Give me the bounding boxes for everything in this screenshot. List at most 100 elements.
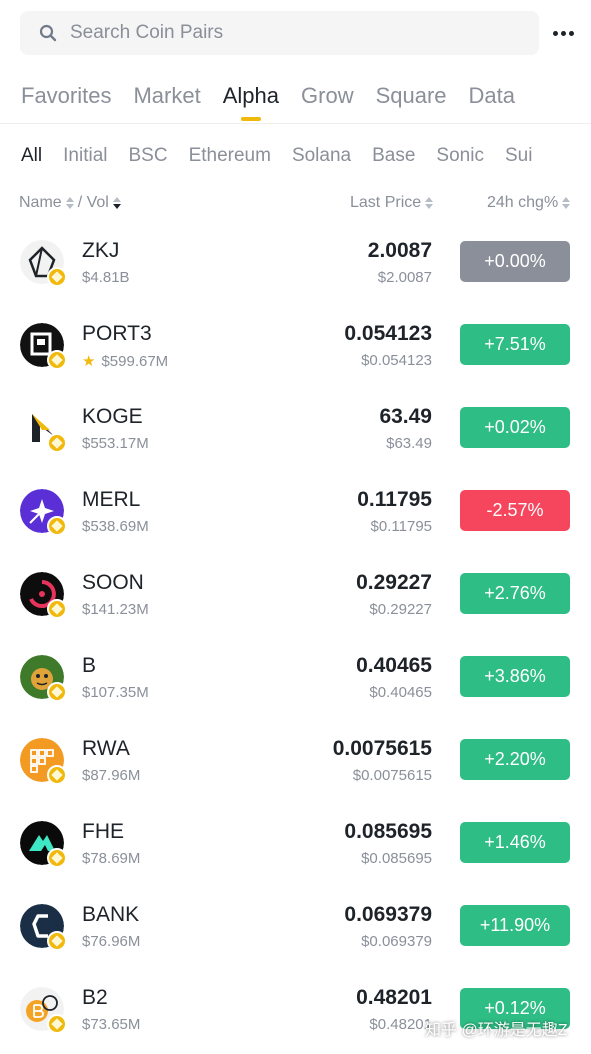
coin-price: 0.069379 [344, 903, 432, 926]
alpha-badge-icon [47, 765, 67, 785]
chain-tab-initial[interactable]: Initial [63, 145, 107, 167]
chain-filter-tabs: All Initial BSC Ethereum Solana Base Son… [21, 145, 532, 167]
alpha-badge-icon [47, 267, 67, 287]
sort-last-price[interactable]: Last Price [350, 194, 434, 212]
coin-price: 0.48201 [356, 986, 432, 1009]
sort-arrows-icon [65, 197, 74, 209]
coin-row[interactable]: KOGE $553.17M 63.49 $63.49 +0.02% [0, 386, 591, 469]
coin-price-usd: $0.48201 [369, 1016, 432, 1033]
chain-tab-base[interactable]: Base [372, 145, 415, 167]
change-badge[interactable]: +0.02% [460, 407, 570, 448]
coin-price-usd: $0.085695 [361, 850, 432, 867]
coin-symbol: RWA [82, 737, 130, 760]
main-tabs: Favorites Market Alpha Grow Square Data [21, 83, 515, 121]
coin-price-usd: $63.49 [386, 435, 432, 452]
alpha-badge-icon [47, 433, 67, 453]
coin-icon-wrap [20, 406, 67, 453]
coin-volume: $73.65M [82, 1016, 141, 1033]
coin-volume: $87.96M [82, 767, 141, 784]
coin-symbol: KOGE [82, 405, 143, 428]
coin-volume: $107.35M [82, 684, 149, 701]
coin-symbol: FHE [82, 820, 124, 843]
more-options-button[interactable] [551, 21, 575, 45]
coin-icon-wrap [20, 904, 67, 951]
tab-market[interactable]: Market [133, 83, 200, 121]
tabs-divider [0, 123, 591, 124]
chain-tab-sonic[interactable]: Sonic [436, 145, 484, 167]
column-change-label: 24h chg% [487, 194, 559, 211]
change-badge[interactable]: +2.20% [460, 739, 570, 780]
alpha-badge-icon [47, 682, 67, 702]
column-header: Name / Vol Last Price 24h chg% [0, 194, 591, 214]
chain-tab-solana[interactable]: Solana [292, 145, 351, 167]
coin-icon-wrap [20, 821, 67, 868]
sort-arrows-icon [425, 197, 434, 209]
sort-arrows-icon [562, 197, 571, 209]
sort-24h-change[interactable]: 24h chg% [487, 194, 571, 212]
coin-icon-wrap [20, 323, 67, 370]
change-badge[interactable]: +0.00% [460, 241, 570, 282]
alpha-badge-icon [47, 350, 67, 370]
search-box[interactable] [20, 11, 540, 55]
tab-alpha[interactable]: Alpha [223, 83, 279, 121]
coin-symbol: MERL [82, 488, 141, 511]
coin-symbol: SOON [82, 571, 144, 594]
chain-tab-bsc[interactable]: BSC [128, 145, 167, 167]
coin-row[interactable]: BANK $76.96M 0.069379 $0.069379 +11.90% [0, 884, 591, 967]
coin-symbol: B2 [82, 986, 108, 1009]
alpha-badge-icon [47, 599, 67, 619]
change-badge[interactable]: +11.90% [460, 905, 570, 946]
coin-icon-wrap [20, 489, 67, 536]
tab-grow[interactable]: Grow [301, 83, 354, 121]
coin-row[interactable]: RWA $87.96M 0.0075615 $0.0075615 +2.20% [0, 718, 591, 801]
coin-price-usd: $0.29227 [369, 601, 432, 618]
change-badge[interactable]: +1.46% [460, 822, 570, 863]
coin-row[interactable]: MERL $538.69M 0.11795 $0.11795 -2.57% [0, 469, 591, 552]
change-badge[interactable]: +7.51% [460, 324, 570, 365]
change-badge[interactable]: +3.86% [460, 656, 570, 697]
more-dot-icon [552, 30, 558, 36]
column-vol-label: / Vol [77, 194, 109, 211]
coin-icon-wrap [20, 572, 67, 619]
coin-price-usd: $2.0087 [377, 269, 432, 286]
chain-tab-all[interactable]: All [21, 145, 42, 167]
coin-price: 0.29227 [356, 571, 432, 594]
sort-name-vol[interactable]: Name / Vol [19, 194, 121, 212]
tab-favorites[interactable]: Favorites [21, 83, 111, 121]
coin-price: 0.11795 [357, 488, 432, 511]
coin-price-usd: $0.054123 [361, 352, 432, 369]
coin-volume: $538.69M [82, 518, 149, 535]
sort-arrows-icon [112, 197, 121, 209]
alpha-badge-icon [47, 516, 67, 536]
coin-symbol: BANK [82, 903, 140, 926]
coin-price: 0.0075615 [332, 737, 432, 760]
coin-row[interactable]: SOON $141.23M 0.29227 $0.29227 +2.76% [0, 552, 591, 635]
chain-tab-sui[interactable]: Sui [505, 145, 532, 167]
coin-row[interactable]: B $107.35M 0.40465 $0.40465 +3.86% [0, 635, 591, 718]
coin-symbol: ZKJ [82, 239, 120, 262]
coin-price: 63.49 [379, 405, 432, 428]
alpha-badge-icon [47, 931, 67, 951]
column-price-label: Last Price [350, 194, 422, 211]
coin-row[interactable]: PORT3 ★ $599.67M 0.054123 $0.054123 +7.51… [0, 303, 591, 386]
coin-price: 0.085695 [344, 820, 432, 843]
change-badge[interactable]: -2.57% [460, 490, 570, 531]
coin-price: 2.0087 [367, 239, 432, 262]
watermark-text: 知乎 @环游是无趣Z [425, 1022, 568, 1039]
alpha-badge-icon [47, 1014, 67, 1034]
favorite-star-icon[interactable]: ★ [82, 352, 95, 370]
tab-square[interactable]: Square [376, 83, 447, 121]
coin-volume: $4.81B [82, 269, 130, 286]
coin-volume: $553.17M [82, 435, 149, 452]
coin-volume: $76.96M [82, 933, 141, 950]
search-row [20, 11, 575, 55]
change-badge[interactable]: +2.76% [460, 573, 570, 614]
column-name-label: Name [19, 194, 62, 211]
search-input[interactable] [70, 22, 490, 44]
coin-price-usd: $0.0075615 [352, 767, 432, 784]
coin-row[interactable]: FHE $78.69M 0.085695 $0.085695 +1.46% [0, 801, 591, 884]
coin-list: ZKJ $4.81B 2.0087 $2.0087 +0.00% PORT3 ★… [0, 220, 591, 1050]
coin-row[interactable]: ZKJ $4.81B 2.0087 $2.0087 +0.00% [0, 220, 591, 303]
chain-tab-ethereum[interactable]: Ethereum [189, 145, 271, 167]
tab-data[interactable]: Data [469, 83, 515, 121]
